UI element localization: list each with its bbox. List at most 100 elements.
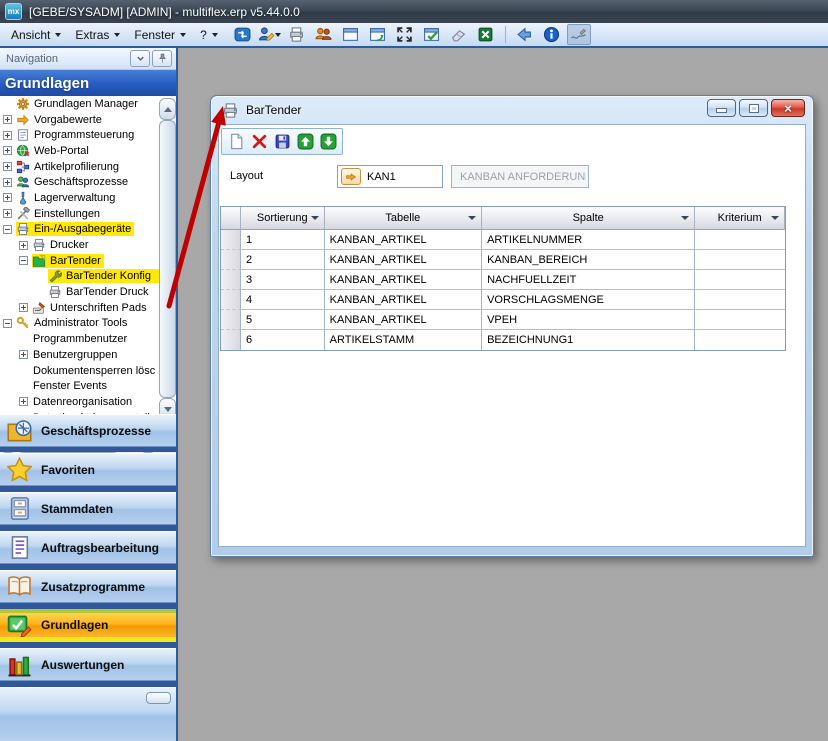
row-selector[interactable] (221, 310, 241, 330)
collapse-icon[interactable] (3, 319, 12, 328)
delete-record-button[interactable] (250, 132, 268, 151)
table-row[interactable]: 6 ARTIKELSTAMM BEZEICHNUNG1 (221, 330, 785, 350)
fullscreen-icon[interactable] (393, 24, 417, 45)
scroll-up-button[interactable] (159, 98, 176, 120)
printer-icon (222, 102, 239, 119)
tree-item-fenster-events[interactable]: Fenster Events (0, 378, 176, 394)
tree-item-dokumentensperren[interactable]: Dokumentensperren lösc (0, 363, 176, 379)
dialog-titlebar[interactable]: BarTender × (211, 96, 813, 124)
expand-icon[interactable] (3, 146, 12, 155)
tree-item-bartender-druck[interactable]: BarTender Druck (0, 284, 176, 300)
expand-icon[interactable] (3, 178, 12, 187)
filter-icon[interactable] (468, 216, 476, 220)
row-selector[interactable] (221, 270, 241, 290)
scrollbar-thumb[interactable] (159, 120, 176, 398)
tree-item-bartender-konfig[interactable]: BarTender Konfig (0, 269, 176, 285)
info-icon[interactable] (540, 24, 564, 45)
row-selector[interactable] (221, 230, 241, 250)
nav-overflow-button[interactable] (146, 692, 171, 704)
expand-icon[interactable] (19, 350, 28, 359)
column-header-tabelle[interactable]: Tabelle (325, 207, 482, 230)
table-row[interactable]: 5 KANBAN_ARTIKEL VPEH (221, 310, 785, 330)
filter-icon[interactable] (311, 216, 319, 220)
nav-button-grundlagen[interactable]: Grundlagen (0, 609, 176, 642)
collapse-icon[interactable] (3, 225, 12, 234)
signature-icon[interactable] (567, 24, 591, 45)
menu-ansicht[interactable]: Ansicht (4, 25, 68, 45)
lookup-button[interactable] (341, 168, 361, 185)
back-icon[interactable] (513, 24, 537, 45)
tree-item-programmsteuerung[interactable]: Programmsteuerung (0, 127, 176, 143)
expand-icon[interactable] (3, 115, 12, 124)
nav-button-geschaeftsprozesse[interactable]: Geschäftsprozesse (0, 414, 176, 447)
expand-icon[interactable] (19, 303, 28, 312)
move-up-button[interactable] (296, 132, 314, 151)
tree-item-programmbenutzer[interactable]: Programmbenutzer (0, 331, 176, 347)
table-row[interactable]: 3 KANBAN_ARTIKEL NACHFUELLZEIT (221, 270, 785, 290)
nav-button-auswertungen[interactable]: Auswertungen (0, 648, 176, 681)
expand-icon[interactable] (19, 397, 28, 406)
row-selector[interactable] (221, 250, 241, 270)
layout-code-input[interactable] (365, 170, 439, 184)
filter-icon[interactable] (681, 216, 689, 220)
tree-item-unterschriften-pads[interactable]: Unterschriften Pads (0, 300, 176, 316)
menu-fenster[interactable]: Fenster (127, 25, 193, 45)
nav-button-stammdaten[interactable]: Stammdaten (0, 492, 176, 525)
tree-item-administrator-tools[interactable]: Administrator Tools (0, 316, 176, 332)
menu-extras[interactable]: Extras (68, 25, 127, 45)
confirm-window-icon[interactable] (420, 24, 444, 45)
collapse-panel-button[interactable] (130, 50, 150, 67)
row-selector[interactable] (221, 330, 241, 350)
menu-help[interactable]: ? (193, 25, 225, 45)
row-selector[interactable] (221, 290, 241, 310)
column-header-sortierung[interactable]: Sortierung (241, 207, 325, 230)
new-record-button[interactable] (227, 132, 245, 151)
expand-icon[interactable] (3, 131, 12, 140)
close-button[interactable]: × (771, 99, 805, 117)
nav-button-partial[interactable] (0, 687, 176, 741)
nav-button-auftragsbearbeitung[interactable]: Auftragsbearbeitung (0, 531, 176, 564)
collapse-icon[interactable] (19, 256, 28, 265)
table-row[interactable]: 4 KANBAN_ARTIKEL VORSCHLAGSMENGE (221, 290, 785, 310)
layout-code-field[interactable] (337, 165, 443, 188)
expand-icon[interactable] (3, 162, 12, 171)
nav-button-zusatzprogramme[interactable]: Zusatzprogramme (0, 570, 176, 603)
tree-item-web-portal[interactable]: Web-Portal (0, 143, 176, 159)
table-row[interactable]: 2 KANBAN_ARTIKEL KANBAN_BEREICH (221, 250, 785, 270)
tree-vertical-scrollbar[interactable] (159, 98, 174, 420)
expand-icon[interactable] (3, 209, 12, 218)
nav-button-favoriten[interactable]: Favoriten (0, 453, 176, 486)
edit-window-icon[interactable] (366, 24, 390, 45)
eraser-icon[interactable] (447, 24, 471, 45)
column-header-kriterium[interactable]: Kriterium (695, 207, 785, 230)
minimize-button[interactable] (707, 99, 736, 117)
remote-support-icon[interactable] (231, 24, 255, 45)
tree-item-drucker[interactable]: Drucker (0, 237, 176, 253)
filter-icon[interactable] (771, 216, 779, 220)
restore-button[interactable] (739, 99, 768, 117)
expand-icon[interactable] (3, 193, 12, 202)
table-row[interactable]: 1 KANBAN_ARTIKEL ARTIKELNUMMER (221, 230, 785, 250)
expand-icon[interactable] (19, 241, 28, 250)
tree-item-geschaeftsprozesse[interactable]: Geschäftsprozesse (0, 174, 176, 190)
pin-panel-button[interactable] (152, 50, 172, 67)
users-icon[interactable] (312, 24, 336, 45)
save-button[interactable] (273, 132, 291, 151)
form-icon (16, 128, 30, 142)
excel-export-icon[interactable] (474, 24, 498, 45)
tree-item-vorgabewerte[interactable]: Vorgabewerte (0, 112, 176, 128)
tree-item-bartender[interactable]: BarTender (0, 253, 176, 269)
tree-item-benutzergruppen[interactable]: Benutzergruppen (0, 347, 176, 363)
print-icon[interactable] (285, 24, 309, 45)
user-edit-icon[interactable] (258, 24, 282, 45)
tree-item-lagerverwaltung[interactable]: Lagerverwaltung (0, 190, 176, 206)
chevron-down-icon (275, 33, 281, 37)
new-window-icon[interactable] (339, 24, 363, 45)
tree-item-artikelprofilierung[interactable]: Artikelprofilierung (0, 159, 176, 175)
move-down-button[interactable] (319, 132, 337, 151)
tree-item-ein-ausgabegeraete[interactable]: Ein-/Ausgabegeräte (0, 222, 176, 238)
tree-item-einstellungen[interactable]: Einstellungen (0, 206, 176, 222)
row-selector-header[interactable] (221, 207, 241, 230)
column-header-spalte[interactable]: Spalte (482, 207, 695, 230)
tree-item-grundlagen-manager[interactable]: Grundlagen Manager (0, 96, 176, 112)
